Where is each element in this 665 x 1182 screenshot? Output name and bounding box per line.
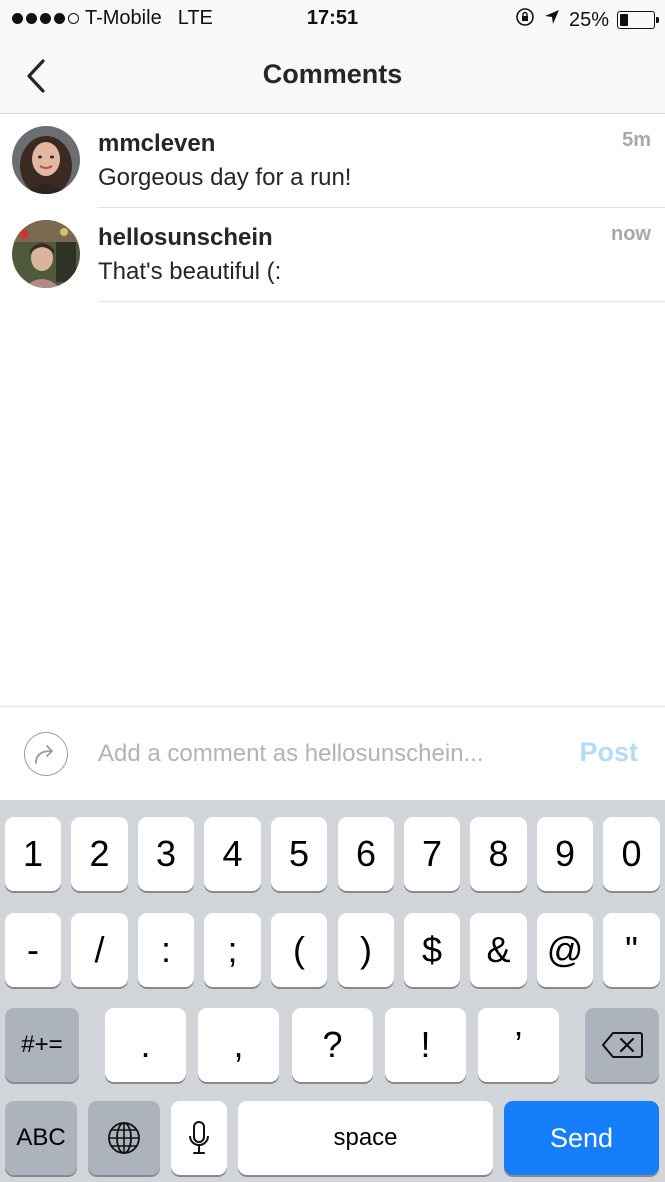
key-abc[interactable]: ABC (5, 1101, 77, 1175)
key-dollar[interactable]: $ (404, 913, 460, 987)
comment-username[interactable]: hellosunschein (98, 224, 273, 252)
dictation-key[interactable] (171, 1101, 227, 1175)
key-exclamation[interactable]: ! (385, 1008, 466, 1082)
comment-item[interactable]: hellosunschein That's beautiful (: now (0, 208, 665, 302)
location-arrow-icon (543, 8, 561, 32)
microphone-icon (189, 1121, 209, 1154)
key-8[interactable]: 8 (470, 817, 527, 891)
space-key[interactable]: space (238, 1101, 493, 1175)
page-title: Comments (262, 59, 403, 89)
key-close-paren[interactable]: ) (338, 913, 394, 987)
key-open-paren[interactable]: ( (271, 913, 327, 987)
key-0[interactable]: 0 (603, 817, 660, 891)
key-1[interactable]: 1 (5, 817, 61, 891)
key-more-symbols[interactable]: #+= (5, 1008, 79, 1082)
key-ampersand[interactable]: & (470, 913, 527, 987)
key-comma[interactable]: , (198, 1008, 279, 1082)
key-quote[interactable]: " (603, 913, 660, 987)
comment-composer: Post (0, 706, 665, 800)
battery-percent: 25% (568, 8, 609, 31)
key-2[interactable]: 2 (71, 817, 128, 891)
globe-key[interactable] (88, 1101, 160, 1175)
key-6[interactable]: 6 (338, 817, 394, 891)
key-period[interactable]: . (105, 1008, 186, 1082)
key-4[interactable]: 4 (204, 817, 261, 891)
share-arrow-icon (35, 745, 53, 764)
key-7[interactable]: 7 (404, 817, 460, 891)
comment-text: That's beautiful (: (98, 258, 282, 285)
key-3[interactable]: 3 (138, 817, 194, 891)
battery-fill (620, 14, 628, 26)
globe-icon (108, 1122, 140, 1154)
key-colon[interactable]: : (138, 913, 194, 987)
delete-key[interactable] (585, 1008, 659, 1082)
battery-nub (656, 17, 659, 23)
avatar[interactable] (12, 220, 80, 288)
comment-input[interactable] (98, 737, 538, 771)
key-hyphen[interactable]: - (5, 913, 61, 987)
comment-item[interactable]: mmcleven Gorgeous day for a run! 5m (0, 114, 665, 208)
key-apostrophe[interactable]: ’ (478, 1008, 559, 1082)
post-button[interactable]: Post (579, 737, 638, 768)
battery-icon (617, 11, 659, 29)
orientation-lock-icon (515, 7, 535, 33)
nav-bar: Comments (0, 38, 665, 114)
key-slash[interactable]: / (71, 913, 128, 987)
avatar[interactable] (12, 126, 80, 194)
status-bar: T-Mobile LTE 17:51 25% (0, 0, 665, 38)
send-key[interactable]: Send (504, 1101, 659, 1175)
comment-timestamp: 5m (622, 129, 651, 151)
key-semicolon[interactable]: ; (204, 913, 261, 987)
divider (98, 301, 665, 302)
status-right: 25% (515, 7, 659, 33)
backspace-icon (602, 1032, 643, 1058)
comment-text: Gorgeous day for a run! (98, 164, 352, 191)
key-9[interactable]: 9 (537, 817, 593, 891)
key-question[interactable]: ? (292, 1008, 373, 1082)
comment-username[interactable]: mmcleven (98, 130, 215, 158)
keyboard: 1 2 3 4 5 6 7 8 9 0 - / : ; ( ) $ & @ " … (0, 800, 665, 1182)
key-at[interactable]: @ (537, 913, 593, 987)
share-button[interactable] (24, 732, 68, 776)
comment-timestamp: now (611, 223, 651, 245)
key-5[interactable]: 5 (271, 817, 327, 891)
